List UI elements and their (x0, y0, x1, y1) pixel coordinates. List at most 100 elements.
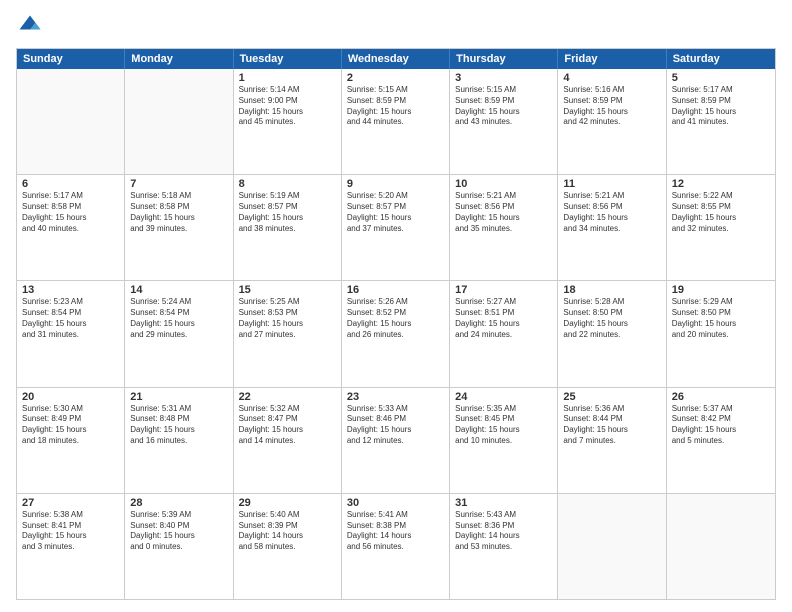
header-cell-tuesday: Tuesday (234, 49, 342, 69)
day-number: 15 (239, 284, 336, 296)
cal-cell: 12Sunrise: 5:22 AM Sunset: 8:55 PM Dayli… (667, 175, 775, 280)
day-number: 12 (672, 178, 770, 190)
logo-icon (16, 12, 44, 40)
cell-info: Sunrise: 5:40 AM Sunset: 8:39 PM Dayligh… (239, 510, 336, 553)
cal-cell: 10Sunrise: 5:21 AM Sunset: 8:56 PM Dayli… (450, 175, 558, 280)
cal-cell (125, 69, 233, 174)
cell-info: Sunrise: 5:17 AM Sunset: 8:58 PM Dayligh… (22, 191, 119, 234)
day-number: 24 (455, 391, 552, 403)
day-number: 16 (347, 284, 444, 296)
cell-info: Sunrise: 5:18 AM Sunset: 8:58 PM Dayligh… (130, 191, 227, 234)
header-cell-sunday: Sunday (17, 49, 125, 69)
calendar-row-3: 13Sunrise: 5:23 AM Sunset: 8:54 PM Dayli… (17, 281, 775, 387)
cal-cell: 28Sunrise: 5:39 AM Sunset: 8:40 PM Dayli… (125, 494, 233, 599)
cal-cell (667, 494, 775, 599)
cell-info: Sunrise: 5:23 AM Sunset: 8:54 PM Dayligh… (22, 297, 119, 340)
day-number: 11 (563, 178, 660, 190)
cell-info: Sunrise: 5:26 AM Sunset: 8:52 PM Dayligh… (347, 297, 444, 340)
day-number: 21 (130, 391, 227, 403)
cal-cell: 26Sunrise: 5:37 AM Sunset: 8:42 PM Dayli… (667, 388, 775, 493)
cal-cell: 21Sunrise: 5:31 AM Sunset: 8:48 PM Dayli… (125, 388, 233, 493)
cal-cell: 22Sunrise: 5:32 AM Sunset: 8:47 PM Dayli… (234, 388, 342, 493)
cell-info: Sunrise: 5:25 AM Sunset: 8:53 PM Dayligh… (239, 297, 336, 340)
cal-cell: 3Sunrise: 5:15 AM Sunset: 8:59 PM Daylig… (450, 69, 558, 174)
header-cell-wednesday: Wednesday (342, 49, 450, 69)
cal-cell: 23Sunrise: 5:33 AM Sunset: 8:46 PM Dayli… (342, 388, 450, 493)
cell-info: Sunrise: 5:41 AM Sunset: 8:38 PM Dayligh… (347, 510, 444, 553)
day-number: 4 (563, 72, 660, 84)
cal-cell: 27Sunrise: 5:38 AM Sunset: 8:41 PM Dayli… (17, 494, 125, 599)
cal-cell: 4Sunrise: 5:16 AM Sunset: 8:59 PM Daylig… (558, 69, 666, 174)
day-number: 30 (347, 497, 444, 509)
header-cell-friday: Friday (558, 49, 666, 69)
page-header (16, 12, 776, 40)
cell-info: Sunrise: 5:21 AM Sunset: 8:56 PM Dayligh… (455, 191, 552, 234)
cal-cell: 5Sunrise: 5:17 AM Sunset: 8:59 PM Daylig… (667, 69, 775, 174)
day-number: 10 (455, 178, 552, 190)
day-number: 17 (455, 284, 552, 296)
day-number: 9 (347, 178, 444, 190)
day-number: 18 (563, 284, 660, 296)
cell-info: Sunrise: 5:19 AM Sunset: 8:57 PM Dayligh… (239, 191, 336, 234)
cal-cell: 15Sunrise: 5:25 AM Sunset: 8:53 PM Dayli… (234, 281, 342, 386)
cal-cell: 8Sunrise: 5:19 AM Sunset: 8:57 PM Daylig… (234, 175, 342, 280)
cell-info: Sunrise: 5:31 AM Sunset: 8:48 PM Dayligh… (130, 404, 227, 447)
cal-cell: 7Sunrise: 5:18 AM Sunset: 8:58 PM Daylig… (125, 175, 233, 280)
logo (16, 12, 48, 40)
calendar-row-1: 1Sunrise: 5:14 AM Sunset: 9:00 PM Daylig… (17, 69, 775, 175)
cal-cell: 6Sunrise: 5:17 AM Sunset: 8:58 PM Daylig… (17, 175, 125, 280)
cell-info: Sunrise: 5:17 AM Sunset: 8:59 PM Dayligh… (672, 85, 770, 128)
cell-info: Sunrise: 5:37 AM Sunset: 8:42 PM Dayligh… (672, 404, 770, 447)
calendar: SundayMondayTuesdayWednesdayThursdayFrid… (16, 48, 776, 600)
day-number: 29 (239, 497, 336, 509)
cell-info: Sunrise: 5:36 AM Sunset: 8:44 PM Dayligh… (563, 404, 660, 447)
cal-cell: 2Sunrise: 5:15 AM Sunset: 8:59 PM Daylig… (342, 69, 450, 174)
header-cell-saturday: Saturday (667, 49, 775, 69)
cal-cell: 25Sunrise: 5:36 AM Sunset: 8:44 PM Dayli… (558, 388, 666, 493)
cal-cell: 29Sunrise: 5:40 AM Sunset: 8:39 PM Dayli… (234, 494, 342, 599)
day-number: 6 (22, 178, 119, 190)
day-number: 14 (130, 284, 227, 296)
cell-info: Sunrise: 5:30 AM Sunset: 8:49 PM Dayligh… (22, 404, 119, 447)
cal-cell: 14Sunrise: 5:24 AM Sunset: 8:54 PM Dayli… (125, 281, 233, 386)
day-number: 13 (22, 284, 119, 296)
cal-cell: 24Sunrise: 5:35 AM Sunset: 8:45 PM Dayli… (450, 388, 558, 493)
day-number: 25 (563, 391, 660, 403)
cell-info: Sunrise: 5:24 AM Sunset: 8:54 PM Dayligh… (130, 297, 227, 340)
day-number: 27 (22, 497, 119, 509)
day-number: 20 (22, 391, 119, 403)
day-number: 22 (239, 391, 336, 403)
day-number: 7 (130, 178, 227, 190)
cell-info: Sunrise: 5:38 AM Sunset: 8:41 PM Dayligh… (22, 510, 119, 553)
header-cell-monday: Monday (125, 49, 233, 69)
cell-info: Sunrise: 5:14 AM Sunset: 9:00 PM Dayligh… (239, 85, 336, 128)
calendar-row-4: 20Sunrise: 5:30 AM Sunset: 8:49 PM Dayli… (17, 388, 775, 494)
day-number: 8 (239, 178, 336, 190)
cal-cell: 13Sunrise: 5:23 AM Sunset: 8:54 PM Dayli… (17, 281, 125, 386)
cell-info: Sunrise: 5:32 AM Sunset: 8:47 PM Dayligh… (239, 404, 336, 447)
cell-info: Sunrise: 5:16 AM Sunset: 8:59 PM Dayligh… (563, 85, 660, 128)
day-number: 28 (130, 497, 227, 509)
cell-info: Sunrise: 5:21 AM Sunset: 8:56 PM Dayligh… (563, 191, 660, 234)
cal-cell: 1Sunrise: 5:14 AM Sunset: 9:00 PM Daylig… (234, 69, 342, 174)
cal-cell: 18Sunrise: 5:28 AM Sunset: 8:50 PM Dayli… (558, 281, 666, 386)
day-number: 5 (672, 72, 770, 84)
header-cell-thursday: Thursday (450, 49, 558, 69)
cal-cell: 19Sunrise: 5:29 AM Sunset: 8:50 PM Dayli… (667, 281, 775, 386)
day-number: 2 (347, 72, 444, 84)
cal-cell: 11Sunrise: 5:21 AM Sunset: 8:56 PM Dayli… (558, 175, 666, 280)
cell-info: Sunrise: 5:28 AM Sunset: 8:50 PM Dayligh… (563, 297, 660, 340)
day-number: 23 (347, 391, 444, 403)
day-number: 3 (455, 72, 552, 84)
cell-info: Sunrise: 5:39 AM Sunset: 8:40 PM Dayligh… (130, 510, 227, 553)
day-number: 1 (239, 72, 336, 84)
cell-info: Sunrise: 5:33 AM Sunset: 8:46 PM Dayligh… (347, 404, 444, 447)
cal-cell: 16Sunrise: 5:26 AM Sunset: 8:52 PM Dayli… (342, 281, 450, 386)
cal-cell (17, 69, 125, 174)
cell-info: Sunrise: 5:15 AM Sunset: 8:59 PM Dayligh… (347, 85, 444, 128)
calendar-header: SundayMondayTuesdayWednesdayThursdayFrid… (17, 49, 775, 69)
cal-cell: 9Sunrise: 5:20 AM Sunset: 8:57 PM Daylig… (342, 175, 450, 280)
cell-info: Sunrise: 5:43 AM Sunset: 8:36 PM Dayligh… (455, 510, 552, 553)
calendar-body: 1Sunrise: 5:14 AM Sunset: 9:00 PM Daylig… (17, 69, 775, 599)
cal-cell (558, 494, 666, 599)
